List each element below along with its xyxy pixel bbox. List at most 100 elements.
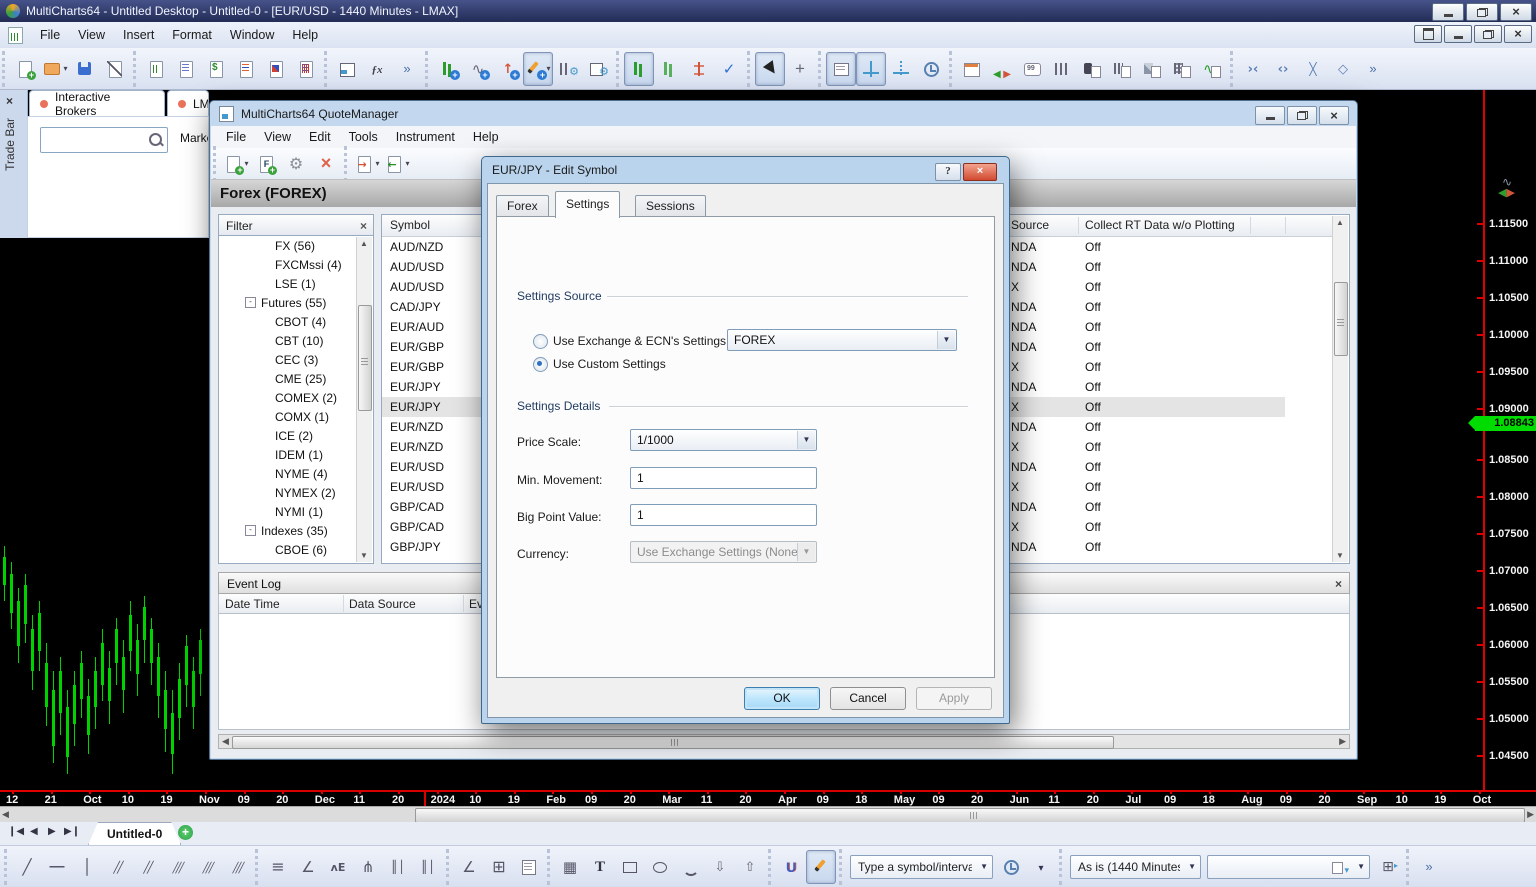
filter-item-nymex[interactable]: NYMEX (2) bbox=[219, 483, 373, 502]
filter-item-cec[interactable]: CEC (3) bbox=[219, 350, 373, 369]
menu-help[interactable]: Help bbox=[283, 22, 327, 48]
filter-item-fx[interactable]: FX (56) bbox=[219, 236, 373, 255]
child-restore-button[interactable] bbox=[1474, 25, 1502, 43]
menu-insert[interactable]: Insert bbox=[114, 22, 163, 48]
qm-restore-button[interactable] bbox=[1287, 106, 1317, 125]
scroll-left-icon[interactable]: ◀ bbox=[222, 736, 229, 747]
fan-lines-tool[interactable] bbox=[293, 850, 323, 884]
event-log-close-icon[interactable]: × bbox=[1335, 573, 1342, 595]
time-axis[interactable]: 1221Oct1019Nov0920Dec112020241019Feb0920… bbox=[0, 790, 1536, 806]
trade-arrows-button[interactable] bbox=[987, 52, 1017, 86]
fib-grid-tool[interactable] bbox=[484, 850, 514, 884]
qm-delete-button[interactable] bbox=[311, 147, 341, 181]
expand-horizontal-button[interactable] bbox=[1268, 52, 1298, 86]
collapse-all-button[interactable] bbox=[1298, 52, 1328, 86]
stay-in-drawing-mode-button[interactable] bbox=[806, 850, 836, 884]
filter-item-lse[interactable]: LSE (1) bbox=[219, 274, 373, 293]
qm-new-folder-button[interactable] bbox=[251, 147, 281, 181]
price-axis[interactable] bbox=[1483, 90, 1485, 790]
time-cycles-tool[interactable] bbox=[413, 850, 443, 884]
chart-document-icon[interactable] bbox=[8, 27, 23, 44]
save-workspace-button[interactable] bbox=[70, 52, 100, 86]
pointer-tool-button[interactable] bbox=[755, 52, 785, 86]
prev-tab-button[interactable]: ◀ bbox=[30, 826, 38, 837]
first-tab-button[interactable]: ❙◀ bbox=[8, 826, 24, 837]
filter-close-icon[interactable]: × bbox=[360, 215, 367, 237]
filter-item-cbot[interactable]: CBOT (4) bbox=[219, 312, 373, 331]
filter-item-futures[interactable]: -Futures (55) bbox=[219, 293, 373, 312]
menu-window[interactable]: Window bbox=[221, 22, 283, 48]
filter-item-ice[interactable]: ICE (2) bbox=[219, 426, 373, 445]
scroll-down-icon[interactable]: ▼ bbox=[1336, 551, 1344, 560]
use-custom-settings-radio[interactable] bbox=[533, 357, 548, 372]
scroll-up-icon[interactable]: ▲ bbox=[1336, 218, 1344, 227]
symbol-search-input[interactable] bbox=[40, 127, 168, 153]
filter-scrollbar[interactable]: ▲ ▼ bbox=[356, 237, 372, 562]
menu-file[interactable]: File bbox=[31, 22, 69, 48]
text-pages-tool[interactable] bbox=[514, 850, 544, 884]
data-window-button[interactable] bbox=[957, 52, 987, 86]
trade-bar-close-icon[interactable]: × bbox=[6, 95, 13, 107]
restore-button[interactable] bbox=[1466, 3, 1498, 21]
filter-item-idem[interactable]: IDEM (1) bbox=[219, 445, 373, 464]
menu-format[interactable]: Format bbox=[163, 22, 221, 48]
format-window-button[interactable] bbox=[583, 52, 613, 86]
qm-close-button[interactable] bbox=[1319, 106, 1349, 125]
elliott-wave-tool[interactable] bbox=[323, 850, 353, 884]
cycle-lines-tool[interactable] bbox=[383, 850, 413, 884]
minimize-button[interactable] bbox=[1432, 3, 1464, 21]
new-portfolio-window-button[interactable] bbox=[261, 52, 291, 86]
interval-dropdown-button[interactable] bbox=[1026, 850, 1056, 884]
tree-collapse-icon[interactable]: - bbox=[245, 525, 256, 536]
dock-panel-button[interactable] bbox=[332, 52, 362, 86]
quotemanager-titlebar[interactable]: MultiCharts64 QuoteManager bbox=[210, 101, 1357, 126]
expand-all-button[interactable] bbox=[1328, 52, 1358, 86]
cancel-button[interactable]: Cancel bbox=[830, 687, 906, 710]
exchange-select[interactable]: FOREX▼ bbox=[727, 329, 957, 351]
volume-bars-button[interactable] bbox=[1047, 52, 1077, 86]
arc-tool[interactable] bbox=[675, 850, 705, 884]
scroll-up-icon[interactable]: ▲ bbox=[360, 239, 368, 248]
qm-minimize-button[interactable] bbox=[1255, 106, 1285, 125]
column-header-source[interactable]: Source bbox=[1011, 215, 1049, 236]
child-minimize-button[interactable] bbox=[1444, 25, 1472, 43]
new-scanner-window-button[interactable] bbox=[171, 52, 201, 86]
arrow-up-tool[interactable] bbox=[735, 850, 765, 884]
scroll-to-end-icon[interactable]: ◀▶ bbox=[1498, 186, 1515, 199]
resolution-combo[interactable]: As is (1440 Minutes)▼ bbox=[1070, 855, 1201, 879]
line-style-button[interactable] bbox=[684, 52, 714, 86]
raff-channel-tool[interactable] bbox=[192, 850, 222, 884]
qm-new-symbol-button[interactable]: ▾ bbox=[221, 147, 251, 181]
insert-curve-button[interactable] bbox=[463, 52, 493, 86]
filter-item-cbt[interactable]: CBT (10) bbox=[219, 331, 373, 350]
dialog-tab-settings[interactable]: Settings bbox=[555, 191, 620, 218]
symbol-list-scrollbar[interactable]: ▲ ▼ bbox=[1332, 216, 1348, 562]
trendline-tool[interactable] bbox=[12, 850, 42, 884]
filter-item-fxcmssi[interactable]: FXCMssi (4) bbox=[219, 255, 373, 274]
column-header-collect[interactable]: Collect RT Data w/o Plotting bbox=[1085, 215, 1235, 236]
grid-copy-button[interactable] bbox=[1167, 52, 1197, 86]
filter-item-cboe[interactable]: CBOE (6) bbox=[219, 540, 373, 559]
column-header-symbol[interactable]: Symbol bbox=[390, 215, 430, 236]
formula-editor-button[interactable] bbox=[362, 52, 392, 86]
filter-item-cme[interactable]: CME (25) bbox=[219, 369, 373, 388]
symbol-interval-combo[interactable]: Type a symbol/interval▼ bbox=[850, 855, 993, 879]
qm-import-button[interactable]: ▾ bbox=[382, 147, 412, 181]
crosshair-button[interactable] bbox=[856, 52, 886, 86]
edit-chart-button[interactable] bbox=[1197, 52, 1227, 86]
new-chart-window-button[interactable] bbox=[141, 52, 171, 86]
dialog-close-button[interactable]: × bbox=[963, 163, 997, 181]
ruler-button[interactable] bbox=[886, 52, 916, 86]
qm-horizontal-scrollbar[interactable]: ◀ ▶ bbox=[218, 734, 1350, 749]
menu-view[interactable]: View bbox=[69, 22, 114, 48]
last-tab-button[interactable]: ▶❙ bbox=[64, 826, 80, 837]
new-options-window-button[interactable] bbox=[291, 52, 321, 86]
new-dom-window-button[interactable] bbox=[201, 52, 231, 86]
dialog-help-button[interactable]: ? bbox=[935, 163, 961, 181]
collapse-horizontal-button[interactable] bbox=[1238, 52, 1268, 86]
parallel-channel-tool[interactable] bbox=[132, 850, 162, 884]
error-channel-tool[interactable] bbox=[222, 850, 252, 884]
rectangle-tool[interactable] bbox=[615, 850, 645, 884]
workspace-notes-button[interactable]: ▾ bbox=[40, 52, 70, 86]
pitchfork-tool[interactable] bbox=[353, 850, 383, 884]
